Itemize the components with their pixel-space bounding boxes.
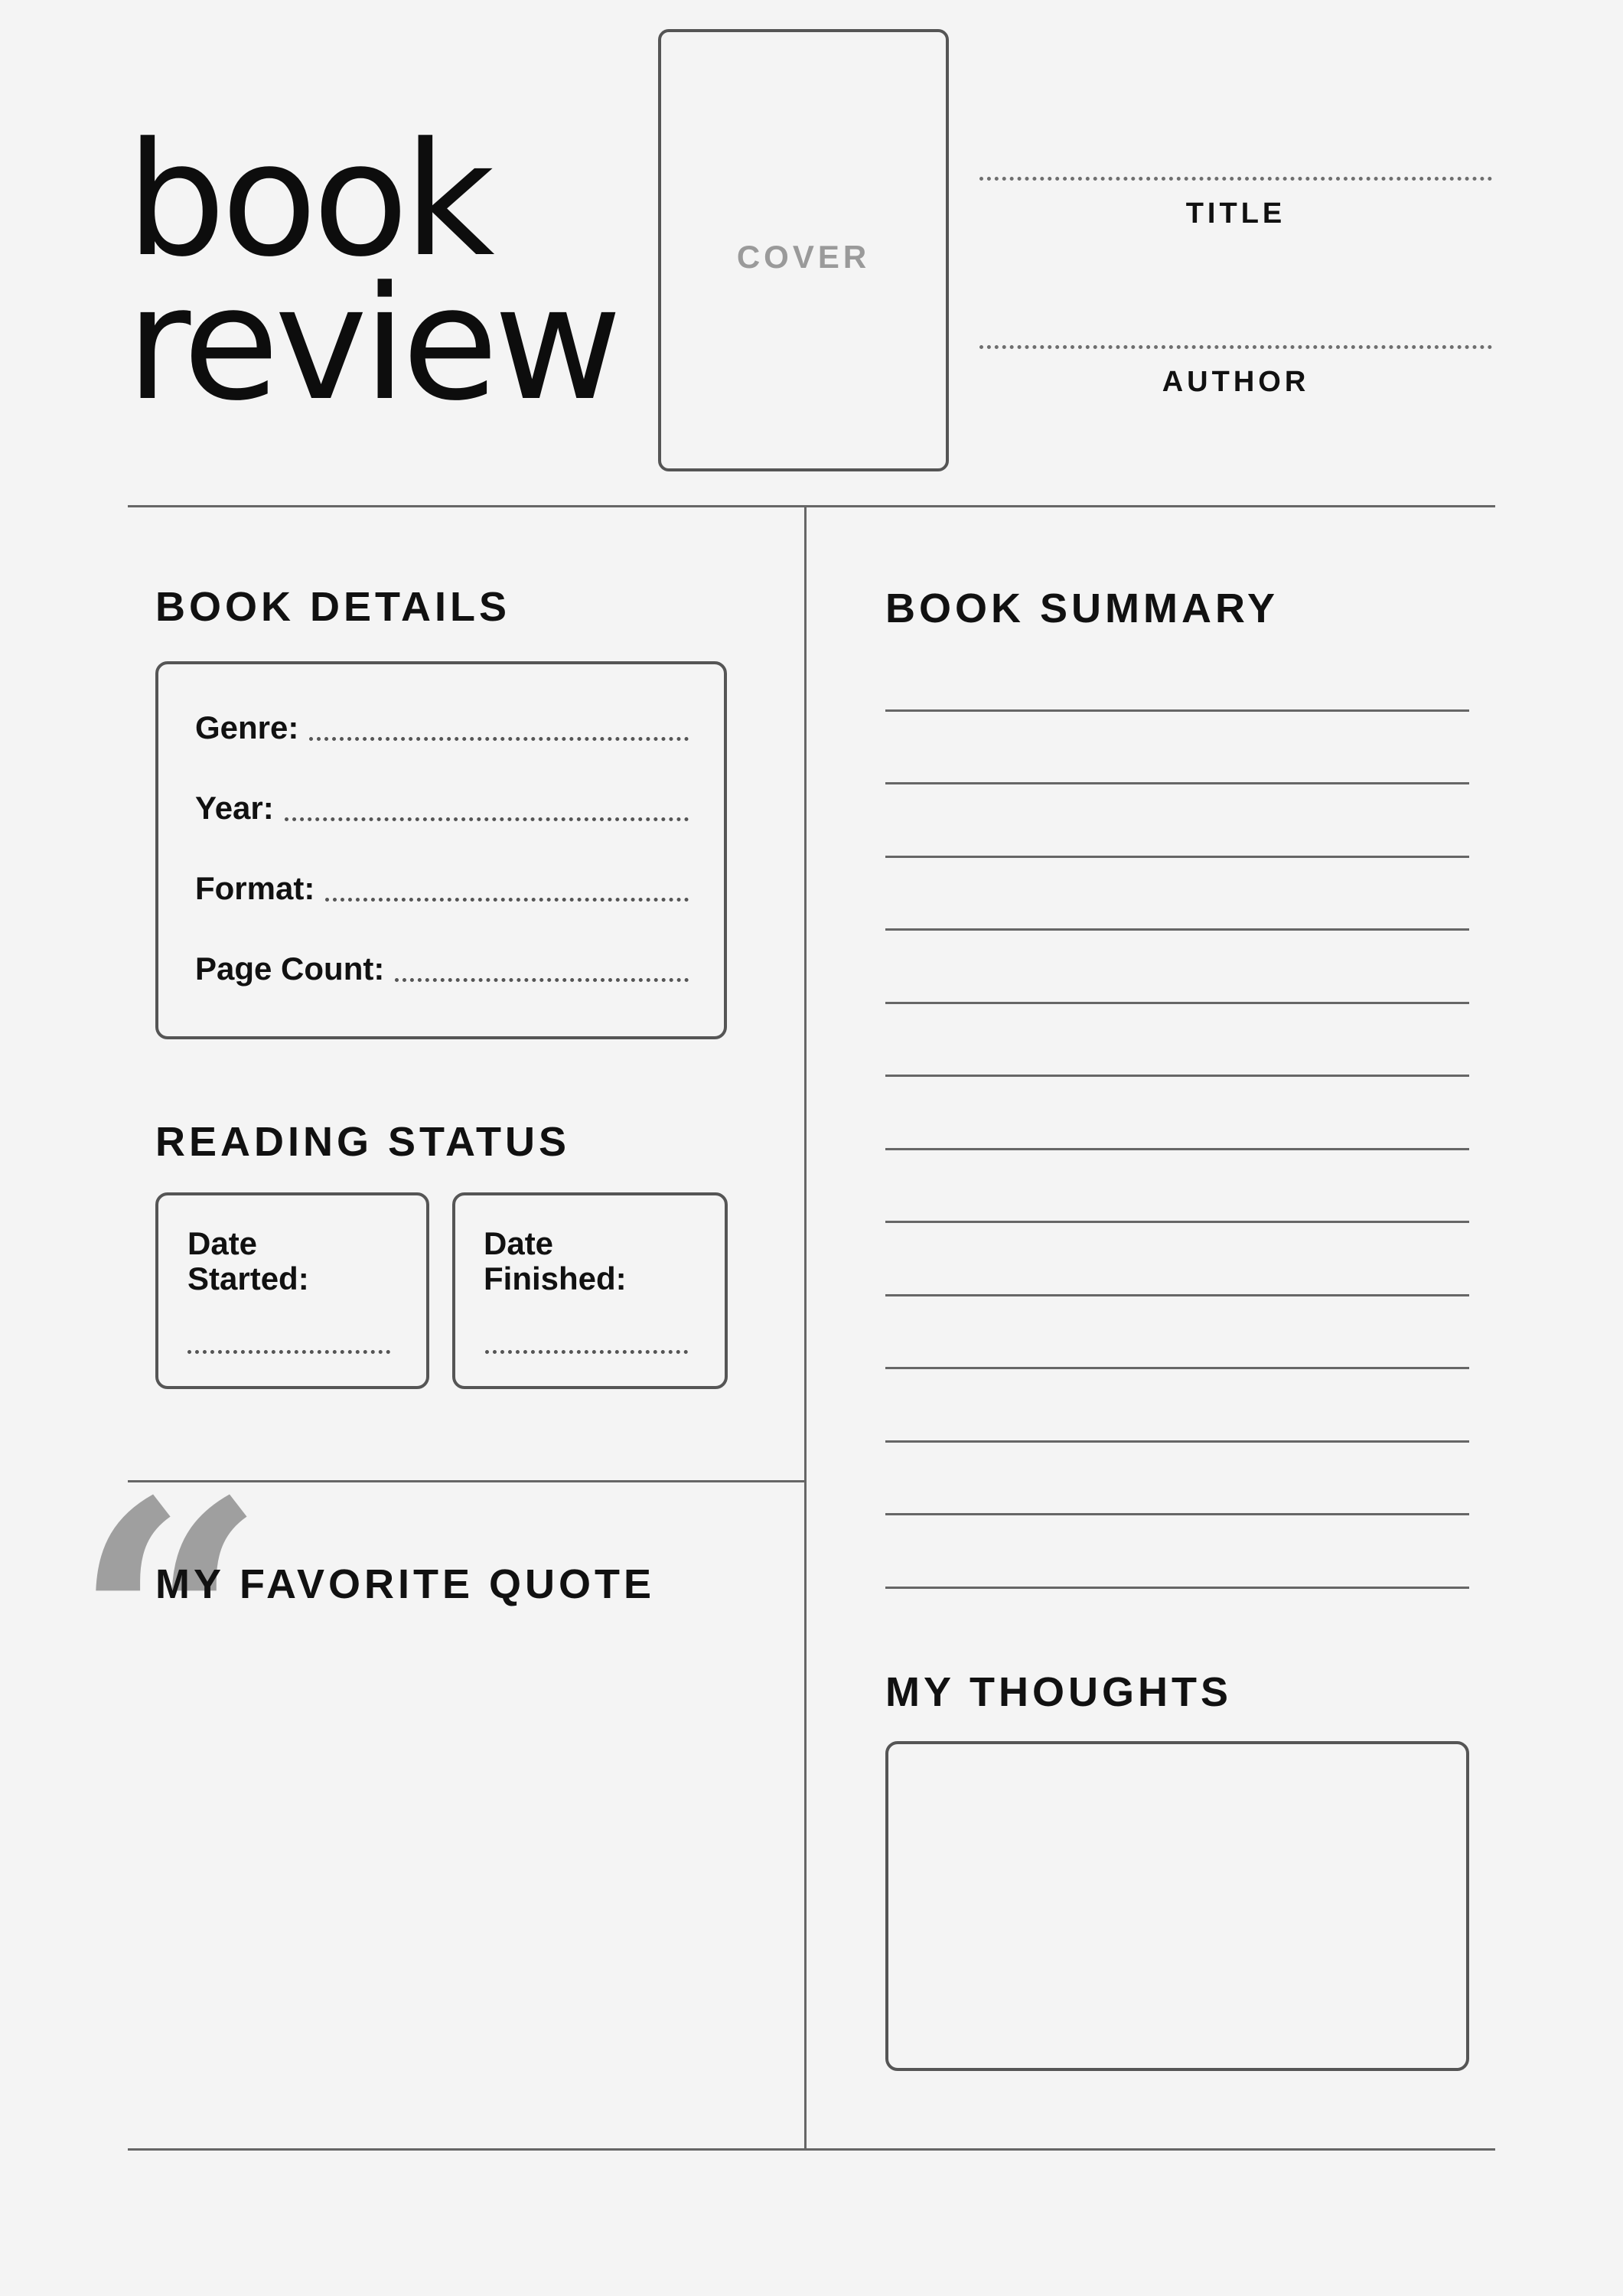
date-started-label-line-2: Started: (187, 1261, 309, 1296)
year-field[interactable]: Year: (195, 792, 689, 824)
cover-label: COVER (736, 239, 871, 275)
top-divider (128, 505, 1495, 507)
book-summary-heading: BOOK SUMMARY (885, 585, 1279, 631)
summary-line[interactable] (885, 1221, 1469, 1223)
reading-status-heading: READING STATUS (155, 1119, 570, 1165)
summary-line[interactable] (885, 1513, 1469, 1515)
page-count-field[interactable]: Page Count: (195, 953, 689, 985)
my-thoughts-box[interactable] (885, 1741, 1469, 2071)
date-finished-label-line-1: Date (484, 1225, 554, 1261)
summary-line[interactable] (885, 1367, 1469, 1369)
author-field-label: AUTHOR (1162, 366, 1310, 398)
summary-line[interactable] (885, 1075, 1469, 1077)
summary-line[interactable] (885, 928, 1469, 931)
genre-field[interactable]: Genre: (195, 712, 689, 744)
summary-line[interactable] (885, 1440, 1469, 1443)
genre-label: Genre: (195, 709, 299, 745)
summary-line[interactable] (885, 1587, 1469, 1589)
summary-line[interactable] (885, 1148, 1469, 1150)
title-field-label: TITLE (1185, 197, 1286, 230)
date-started-label-line-1: Date (187, 1225, 258, 1261)
year-label: Year: (195, 790, 274, 826)
date-finished-label-line-2: Finished: (484, 1261, 627, 1296)
page-count-label: Page Count: (195, 951, 385, 987)
page-title-line-2: review (126, 253, 622, 435)
date-finished-dotted-line[interactable] (485, 1350, 688, 1354)
favorite-quote-heading: MY FAVORITE QUOTE (155, 1561, 656, 1607)
quote-mark-icon: “ (73, 1428, 267, 1824)
book-details-heading: BOOK DETAILS (155, 584, 510, 630)
format-label: Format: (195, 870, 315, 906)
summary-line[interactable] (885, 1294, 1469, 1296)
format-dotted-line[interactable] (325, 898, 689, 902)
format-field[interactable]: Format: (195, 872, 689, 905)
year-dotted-line[interactable] (284, 817, 689, 821)
title-field-line[interactable] (979, 177, 1492, 181)
author-field-line[interactable] (979, 345, 1492, 349)
summary-line[interactable] (885, 856, 1469, 858)
summary-line[interactable] (885, 782, 1469, 784)
bottom-divider (128, 2148, 1495, 2151)
my-thoughts-heading: MY THOUGHTS (885, 1669, 1233, 1715)
page-count-dotted-line[interactable] (395, 978, 689, 982)
date-started-dotted-line[interactable] (187, 1350, 390, 1354)
summary-line[interactable] (885, 1002, 1469, 1004)
genre-dotted-line[interactable] (309, 737, 689, 741)
center-divider (804, 507, 807, 2150)
summary-line[interactable] (885, 709, 1469, 712)
